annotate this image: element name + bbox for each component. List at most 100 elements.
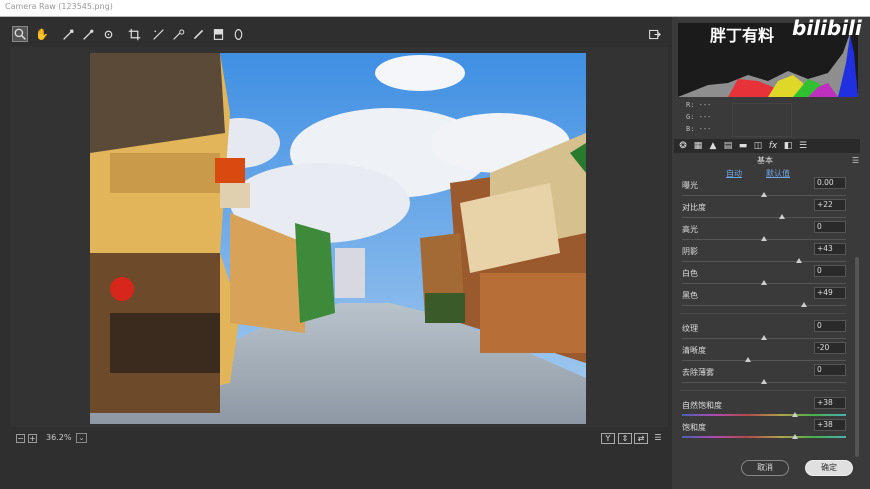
photo[interactable] (90, 53, 586, 424)
radial-filter-icon[interactable] (230, 26, 246, 42)
slider-label: 黑色 (682, 291, 698, 300)
zoom-level: 36.2% (46, 433, 72, 442)
tab-calibration[interactable]: ◧ (782, 140, 794, 152)
right-panel: R: --- G: --- B: --- ❂ ▦ ▲ ▤ ▬ ◫ fx ◧ ☰ … (672, 17, 870, 489)
tab-split-toning[interactable]: ▬ (737, 140, 749, 152)
slider-thumb[interactable] (761, 280, 767, 285)
tab-lens[interactable]: ◫ (752, 140, 764, 152)
image-info-box (732, 103, 792, 137)
slider-label: 对比度 (682, 203, 706, 212)
slider-thumb[interactable] (761, 236, 767, 241)
preview-footer: − + 36.2% ⌄ Y ⇕ ⇄ ☰ (10, 431, 668, 447)
slider-thumb[interactable] (796, 258, 803, 263)
slider-thumb[interactable] (792, 434, 799, 439)
slider-thumb[interactable] (744, 357, 751, 362)
spot-removal-tool-icon[interactable] (170, 26, 186, 42)
compare-button[interactable]: ⇕ (618, 433, 632, 444)
g-label: G: (686, 113, 695, 121)
slider-value-field[interactable]: 0 (814, 265, 846, 277)
slider-label: 纹理 (682, 324, 698, 333)
slider-label: 饱和度 (682, 423, 706, 432)
crop-tool-icon[interactable] (126, 26, 142, 42)
b-label: B: (686, 125, 695, 133)
slider-row: 对比度 +22 (680, 199, 846, 222)
slider-value-field[interactable]: 0 (814, 221, 846, 233)
white-balance-tool-icon[interactable] (60, 26, 76, 42)
section-divider (680, 313, 846, 314)
zoom-in-button[interactable]: + (28, 434, 37, 443)
hand-tool-icon[interactable]: ✋ (34, 26, 50, 42)
slider-label: 阴影 (682, 247, 698, 256)
tab-tone-curve[interactable]: ▦ (692, 140, 704, 152)
slider-row: 阴影 +43 (680, 243, 846, 266)
section-title: 基本 (757, 156, 773, 165)
slider-label: 自然饱和度 (682, 401, 722, 410)
slider-row: 高光 0 (680, 221, 846, 244)
slider-value-field[interactable]: 0 (814, 364, 846, 376)
view-toggle-button[interactable]: Y (601, 433, 615, 444)
tab-presets[interactable]: ☰ (797, 140, 809, 152)
panel-tabs: ❂ ▦ ▲ ▤ ▬ ◫ fx ◧ ☰ (674, 139, 860, 153)
slider-row: 清晰度 -20 (680, 342, 846, 365)
slider-value-field[interactable]: -20 (814, 342, 846, 354)
preview-settings-button[interactable]: ☰ (651, 433, 665, 444)
slider-value-field[interactable]: +43 (814, 243, 846, 255)
slider-value-field[interactable]: +49 (814, 287, 846, 299)
zoom-dropdown[interactable]: ⌄ (76, 433, 87, 443)
panel-menu-icon[interactable]: ☰ (852, 156, 859, 165)
slider-label: 白色 (682, 269, 698, 278)
slider-value-field[interactable]: +38 (814, 397, 846, 409)
slider-value-field[interactable]: +22 (814, 199, 846, 211)
slider-label: 去除薄雾 (682, 368, 714, 377)
targeted-adjustment-tool-icon[interactable] (100, 26, 116, 42)
tab-detail[interactable]: ▲ (707, 140, 719, 152)
color-sampler-tool-icon[interactable] (80, 26, 96, 42)
panel-scrollbar[interactable] (855, 257, 859, 457)
g-value: --- (698, 113, 712, 121)
bilibili-logo: bilibili (792, 16, 862, 40)
b-value: --- (698, 125, 712, 133)
swap-button[interactable]: ⇄ (634, 433, 648, 444)
slider-track[interactable] (682, 360, 846, 361)
title-bar: Camera Raw (123545.png) (0, 0, 870, 17)
slider-thumb[interactable] (761, 192, 767, 197)
watermark-text: 胖丁有料 (710, 26, 775, 45)
slider-row: 纹理 0 (680, 320, 846, 343)
straighten-tool-icon[interactable] (150, 26, 166, 42)
slider-track[interactable] (682, 305, 846, 306)
fullscreen-toggle-icon[interactable] (646, 26, 662, 42)
tab-fx[interactable]: fx (767, 140, 779, 152)
slider-track[interactable] (682, 261, 846, 262)
zoom-tool-icon[interactable] (12, 26, 28, 42)
slider-row: 自然饱和度 +38 (680, 397, 846, 420)
tab-basic[interactable]: ❂ (677, 140, 689, 152)
adjustment-brush-icon[interactable] (190, 26, 206, 42)
image-preview[interactable] (10, 47, 668, 427)
slider-thumb[interactable] (792, 412, 799, 417)
slider-row: 曝光 0.00 (680, 177, 846, 200)
tab-hsl[interactable]: ▤ (722, 140, 734, 152)
cancel-button[interactable]: 取消 (741, 460, 789, 476)
r-value: --- (698, 101, 712, 109)
slider-row: 黑色 +49 (680, 287, 846, 310)
slider-value-field[interactable]: 0.00 (814, 177, 846, 189)
camera-raw-window: ✋ − + 36.2% ⌄ Y ⇕ ⇄ ☰ R: --- G: --- B: -… (0, 17, 870, 489)
slider-thumb[interactable] (779, 214, 786, 219)
slider-label: 清晰度 (682, 346, 706, 355)
slider-track[interactable] (682, 217, 846, 218)
slider-thumb[interactable] (761, 379, 767, 384)
slider-thumb[interactable] (761, 335, 767, 340)
auto-link[interactable]: 自动 (726, 168, 742, 179)
slider-value-field[interactable]: +38 (814, 419, 846, 431)
slider-track[interactable] (682, 414, 846, 416)
slider-track[interactable] (682, 436, 846, 438)
r-label: R: (686, 101, 695, 109)
default-link[interactable]: 默认值 (766, 168, 790, 179)
slider-value-field[interactable]: 0 (814, 320, 846, 332)
ok-button[interactable]: 确定 (805, 460, 853, 476)
slider-row: 白色 0 (680, 265, 846, 288)
graduated-filter-icon[interactable] (210, 26, 226, 42)
zoom-out-button[interactable]: − (16, 434, 25, 443)
slider-thumb[interactable] (801, 302, 808, 307)
slider-row: 饱和度 +38 (680, 419, 846, 442)
